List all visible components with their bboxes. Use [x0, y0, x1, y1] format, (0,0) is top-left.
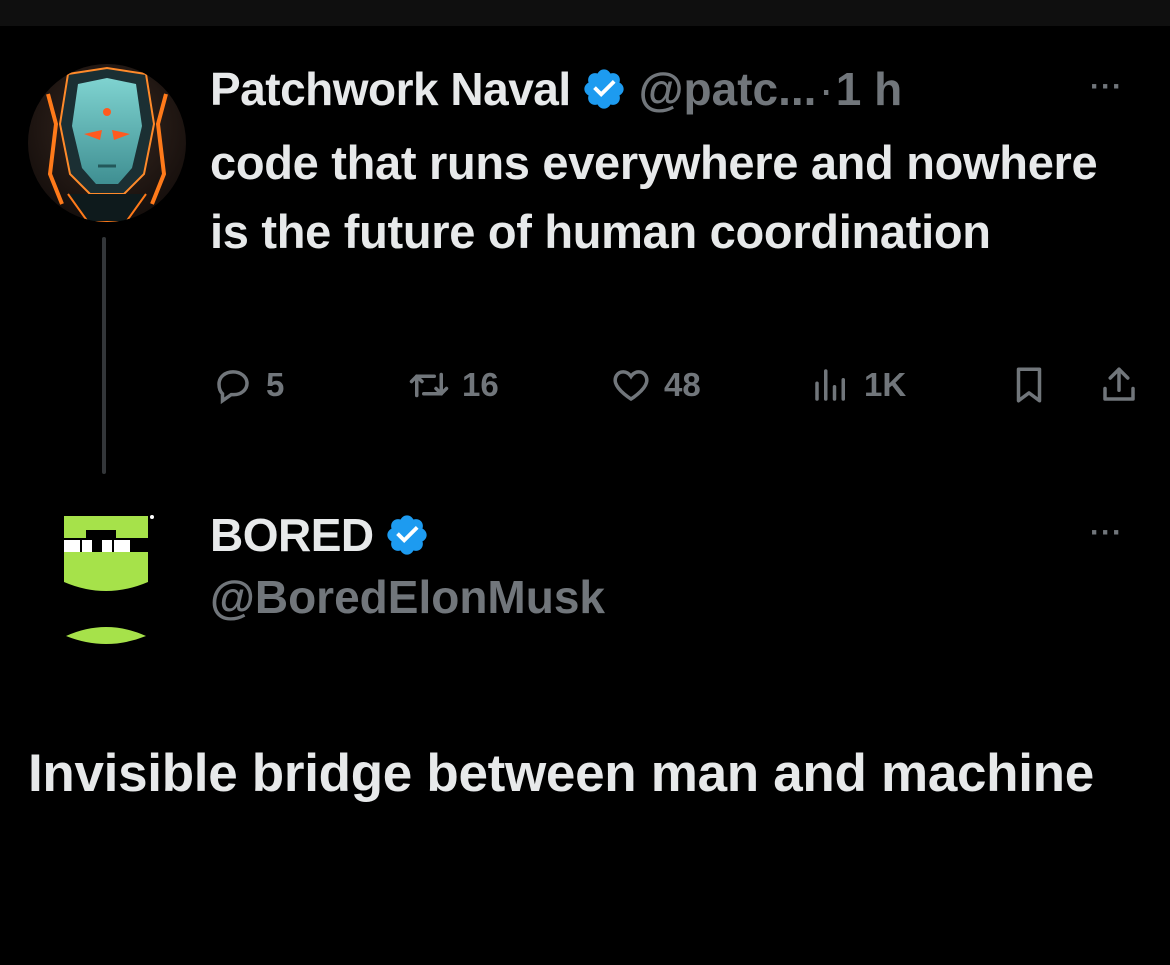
share-icon: [1103, 367, 1135, 401]
status-bar: [0, 0, 1170, 26]
verified-badge-icon: [584, 69, 624, 109]
views-count: 1K: [864, 366, 907, 403]
bookmark-icon: [1016, 367, 1042, 403]
tweet1-more-icon[interactable]: ···: [1090, 70, 1123, 104]
tweet2-display-name[interactable]: BORED: [210, 508, 374, 562]
tweet1-separator: ·: [818, 63, 834, 115]
like-count: 48: [664, 366, 701, 403]
tweet1-text: code that runs everywhere and nowhere is…: [210, 136, 1098, 258]
tweet1-display-name[interactable]: Patchwork Naval: [210, 62, 571, 116]
verified-badge-icon: [386, 515, 427, 555]
tweet1-timestamp[interactable]: 1 h: [836, 62, 902, 116]
thread-connector: [102, 237, 106, 474]
reply-button[interactable]: 5: [212, 355, 284, 415]
tweet2-handle[interactable]: @BoredElonMusk: [210, 570, 605, 624]
tweet1-header: Patchwork Naval @patc... · 1 h: [210, 58, 902, 120]
bookmark-button[interactable]: [1008, 355, 1050, 415]
tweet2-text: Invisible bridge between man and machine: [28, 744, 1094, 803]
tweet1-actions: 5 16 48 1K: [210, 355, 1150, 415]
avatar-patchwork-naval[interactable]: [28, 64, 186, 222]
tweet1-handle[interactable]: @patc...: [639, 62, 817, 116]
views-icon: [815, 369, 845, 401]
reply-icon: [217, 370, 249, 405]
avatar-bored[interactable]: [56, 508, 166, 653]
repost-icon: [409, 372, 449, 398]
reply-count: 5: [266, 366, 285, 403]
like-icon: [613, 370, 649, 402]
views-button[interactable]: 1K: [810, 355, 906, 415]
repost-count: 16: [462, 366, 499, 403]
tweet2-header: BORED: [210, 503, 430, 567]
like-button[interactable]: 48: [610, 355, 701, 415]
tweet2-more-icon[interactable]: ···: [1090, 516, 1123, 550]
share-button[interactable]: [1098, 355, 1140, 415]
repost-button[interactable]: 16: [408, 355, 499, 415]
